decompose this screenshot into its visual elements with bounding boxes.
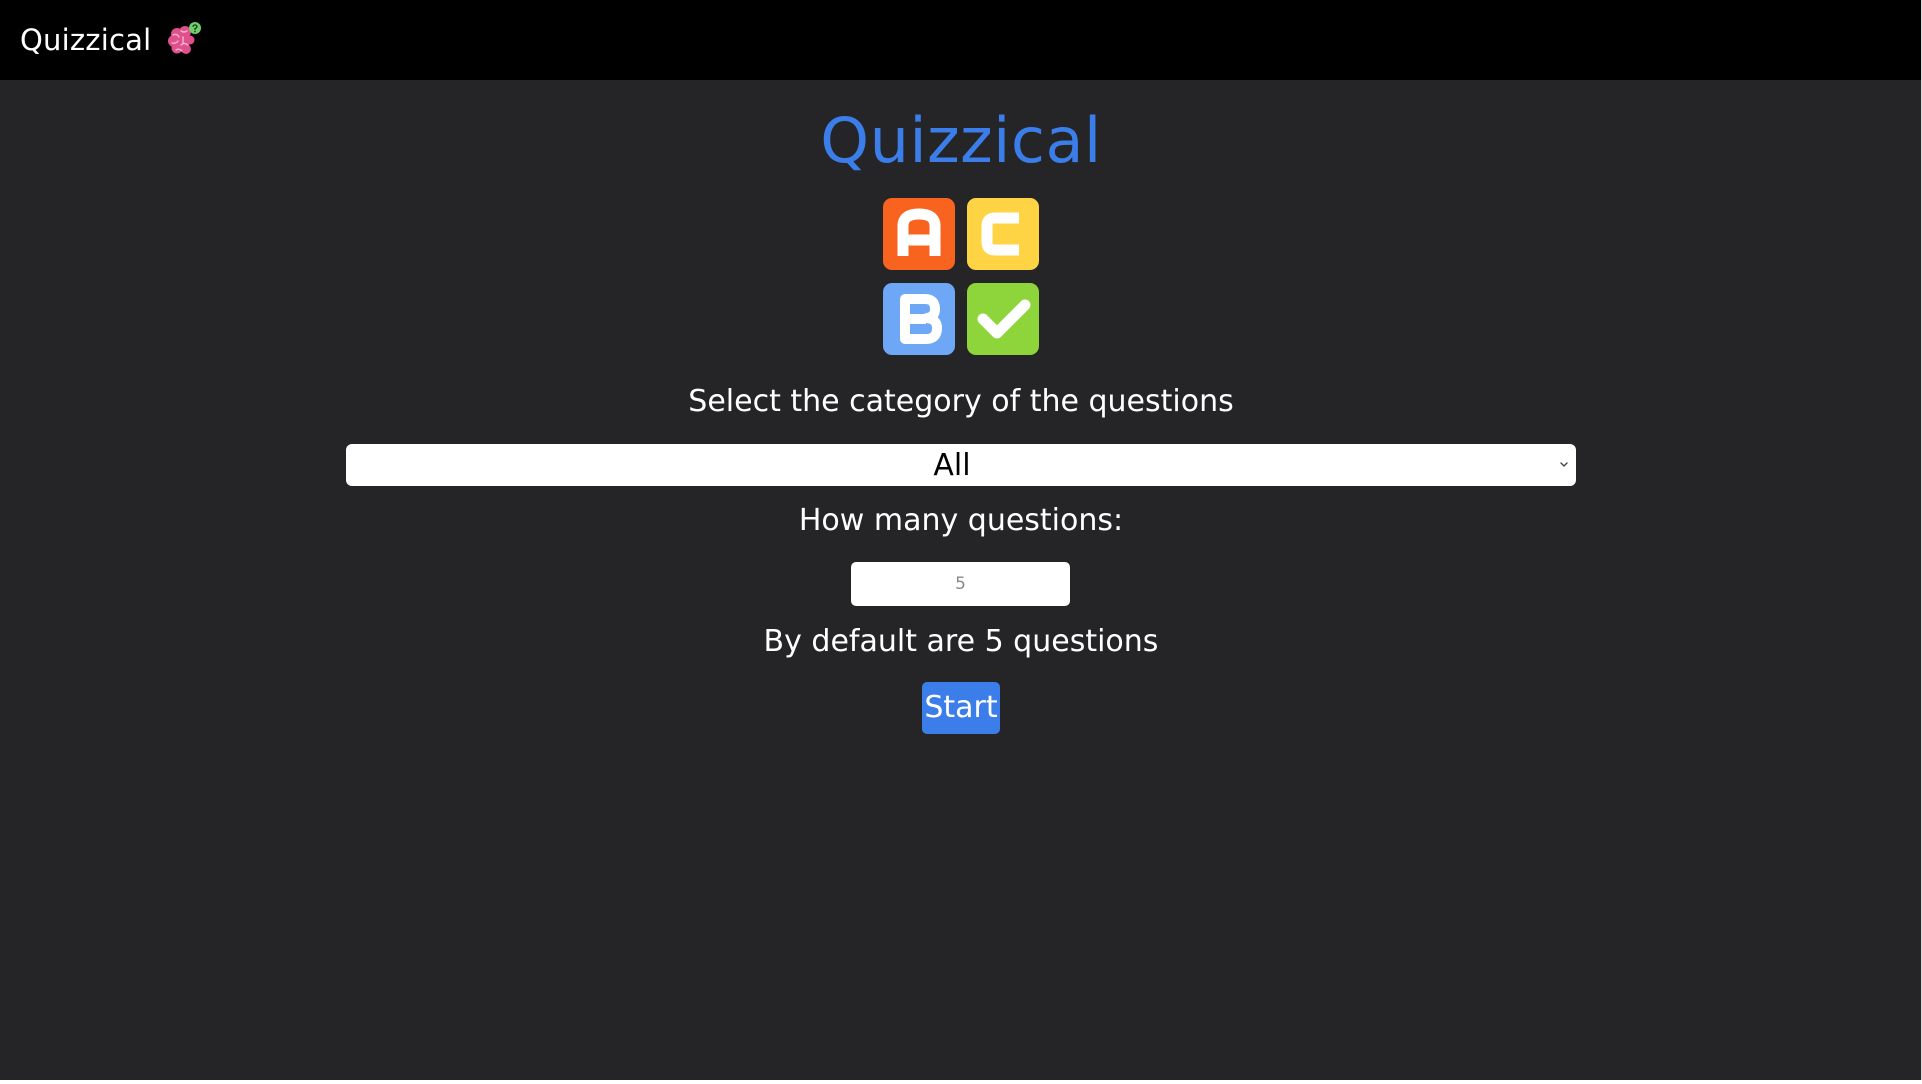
- brain-question-icon: [168, 22, 202, 54]
- brand-link[interactable]: Quizzical: [20, 20, 203, 60]
- page-title: Quizzical: [820, 104, 1102, 177]
- category-label: Select the category of the questions: [688, 384, 1234, 419]
- question-count-label: How many questions:: [798, 503, 1124, 538]
- start-button[interactable]: Start: [922, 682, 1000, 734]
- question-count-input[interactable]: [851, 562, 1070, 606]
- app-viewport: Quizzical Quizzical Select the category …: [0, 0, 1922, 1080]
- category-select[interactable]: All: [346, 444, 1576, 486]
- brand-name: Quizzical: [20, 22, 152, 57]
- logo-container: [0, 198, 1922, 356]
- chevron-down-icon: [1560, 462, 1568, 467]
- navbar: Quizzical: [0, 0, 1922, 80]
- category-select-value: All: [933, 448, 971, 483]
- abc-quiz-logo: [883, 198, 1039, 355]
- default-count-note: By default are 5 questions: [763, 624, 1159, 659]
